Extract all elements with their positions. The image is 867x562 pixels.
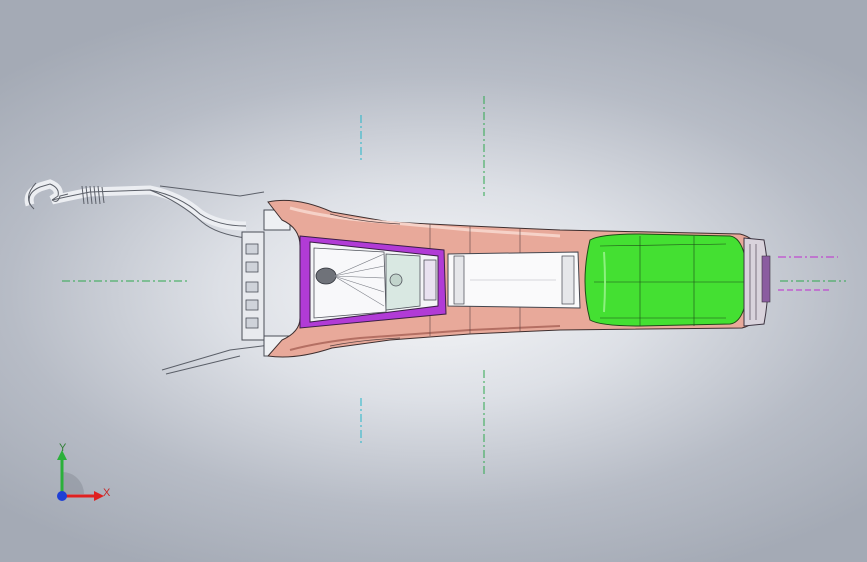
triad-plane-indicator	[62, 472, 84, 494]
mounting-bracket	[241, 209, 291, 357]
rear-end-cap	[743, 237, 771, 327]
graphics-viewport[interactable]: Y X	[0, 0, 867, 562]
x-axis-label: X	[103, 487, 111, 499]
center-console-model[interactable]	[0, 0, 867, 562]
z-axis-dot	[57, 491, 67, 501]
coordinate-triad	[57, 450, 104, 501]
cable-harness	[24, 179, 271, 375]
armrest-lid	[584, 233, 749, 327]
y-axis-label: Y	[59, 442, 67, 454]
storage-tray	[447, 251, 581, 309]
